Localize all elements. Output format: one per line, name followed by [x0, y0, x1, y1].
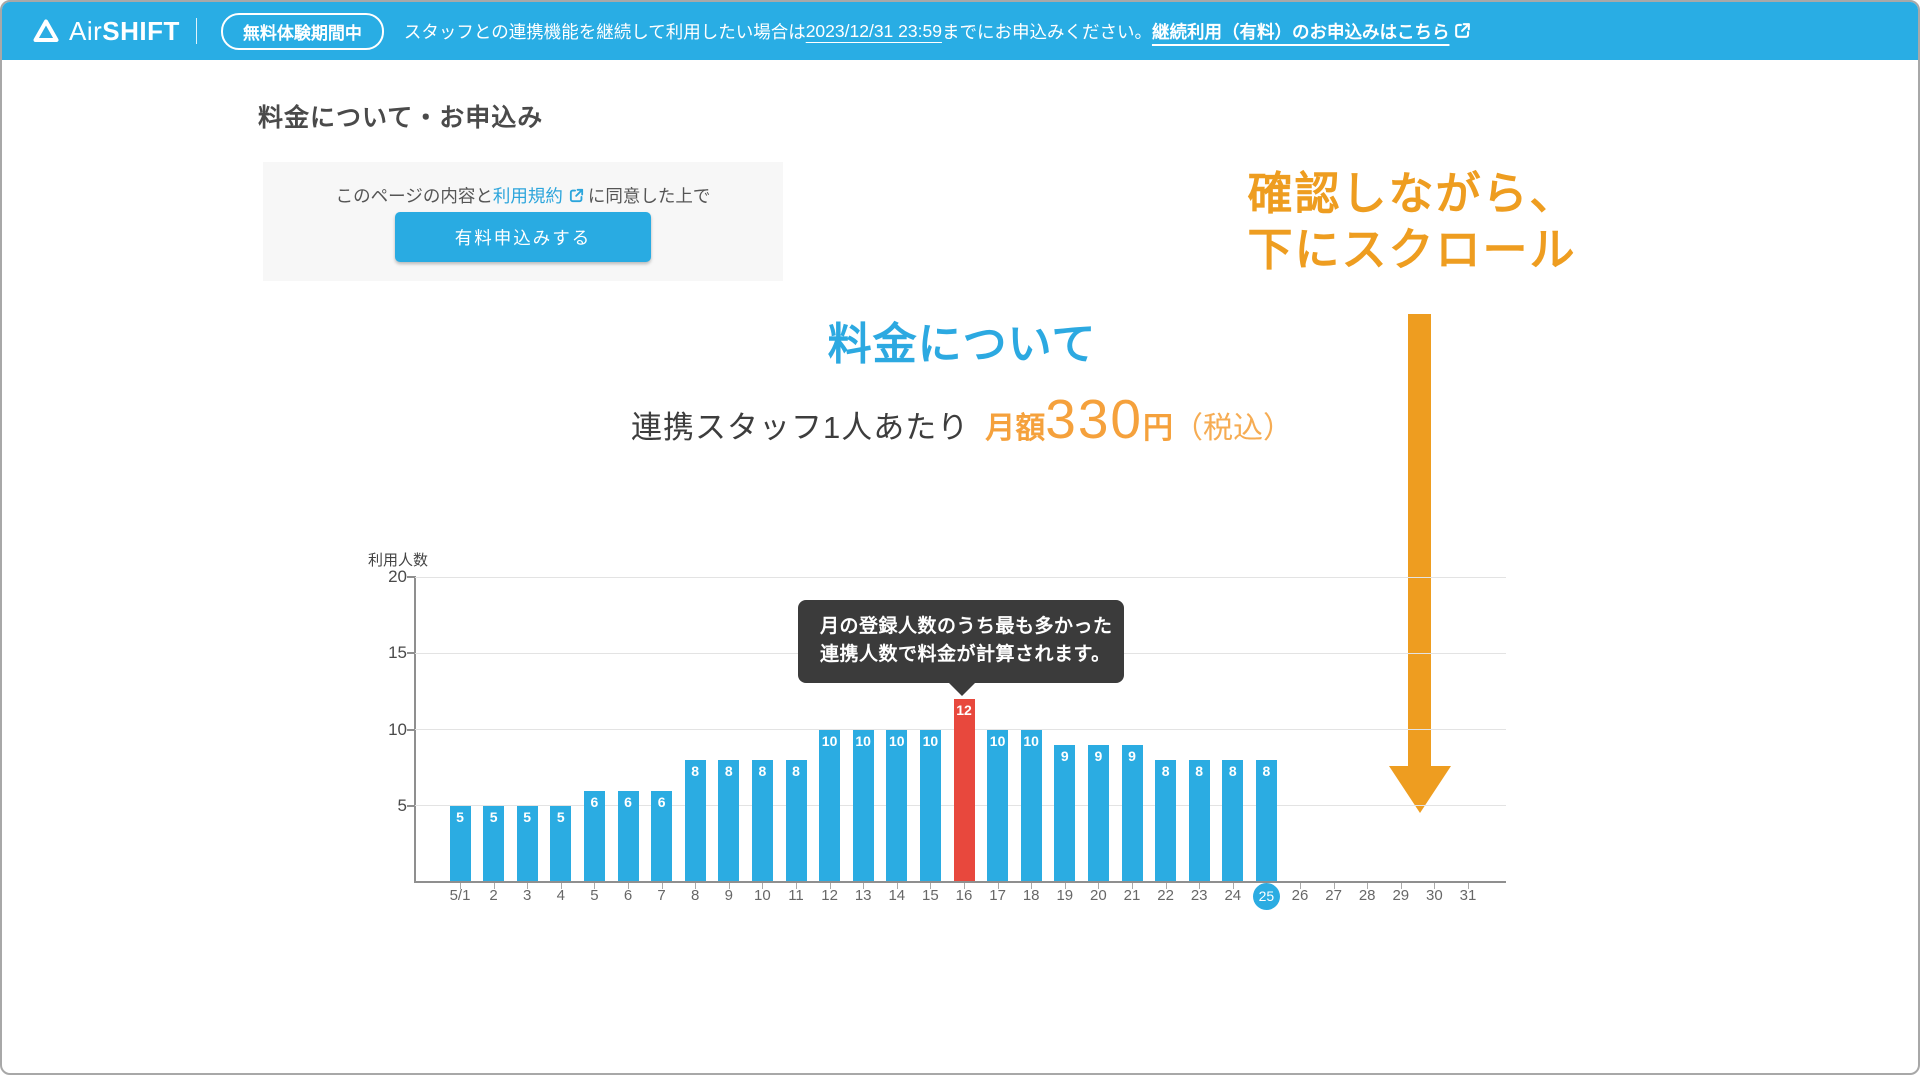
bar-day-5/1[interactable]: 5 — [450, 806, 471, 881]
bar-day-11[interactable]: 8 — [786, 760, 807, 881]
deadline-text: 2023/12/31 23:59 — [806, 21, 942, 42]
bar-value-label: 5 — [550, 806, 571, 825]
bar-day-9[interactable]: 8 — [718, 760, 739, 881]
airshift-pricing-page: AirSHIFT 無料体験期間中 スタッフとの連携機能を継続して利用したい場合は… — [0, 0, 1920, 1075]
bar-value-label: 8 — [786, 760, 807, 779]
bar-value-label: 6 — [618, 791, 639, 810]
bar-value-label: 9 — [1054, 745, 1075, 764]
y-axis-tick-20 — [407, 576, 415, 578]
y-axis-tick-10 — [407, 729, 415, 731]
scroll-hint-line1: 確認しながら、 — [1162, 166, 1662, 222]
bar-day-24[interactable]: 8 — [1222, 760, 1243, 881]
x-label-selected-day: 25 — [1253, 883, 1280, 910]
page-title: 料金について・お申込み — [258, 98, 543, 134]
airshift-logo: AirSHIFT — [32, 16, 180, 47]
scroll-down-arrow — [1408, 314, 1431, 768]
bar-value-label: 10 — [1021, 730, 1042, 749]
bar-day-21[interactable]: 9 — [1122, 745, 1143, 881]
price-value: 330 — [1045, 388, 1143, 450]
bar-value-label: 8 — [1155, 760, 1176, 779]
external-link-icon — [568, 187, 585, 204]
bar-value-label: 10 — [920, 730, 941, 749]
paid-signup-link[interactable]: 継続利用（有料）のお申込みはこちら — [1152, 19, 1473, 44]
bar-value-label: 10 — [853, 730, 874, 749]
x-label-day: 24 — [1213, 887, 1253, 904]
banner-message: スタッフとの連携機能を継続して利用したい場合は2023/12/31 23:59ま… — [404, 19, 1473, 44]
x-label-day: 31 — [1448, 887, 1488, 904]
y-tick-label-20: 20 — [347, 567, 407, 587]
bar-day-20[interactable]: 9 — [1088, 745, 1109, 881]
bar-day-13[interactable]: 10 — [853, 730, 874, 882]
bar-day-5[interactable]: 6 — [584, 791, 605, 882]
price-unit-text: 連携スタッフ1人あたり — [631, 410, 969, 445]
header-divider — [196, 18, 197, 44]
bar-day-15[interactable]: 10 — [920, 730, 941, 882]
bar-value-label: 8 — [718, 760, 739, 779]
external-link-icon — [1453, 21, 1472, 40]
y-axis-tick-15 — [407, 652, 415, 654]
bar-value-label: 9 — [1088, 745, 1109, 764]
price-currency: 円 — [1143, 412, 1173, 445]
bar-value-label: 6 — [651, 791, 672, 810]
bar-day-2[interactable]: 5 — [483, 806, 504, 881]
bar-day-4[interactable]: 5 — [550, 806, 571, 881]
brand-shift: SHIFT — [102, 16, 180, 46]
y-tick-label-5: 5 — [347, 796, 407, 816]
bar-value-label: 9 — [1122, 745, 1143, 764]
y-tick-label-15: 15 — [347, 643, 407, 663]
bar-value-label: 8 — [1189, 760, 1210, 779]
bar-value-label: 5 — [517, 806, 538, 825]
bar-day-23[interactable]: 8 — [1189, 760, 1210, 881]
terms-of-service-link[interactable]: 利用規約 — [493, 186, 588, 206]
bar-day-25[interactable]: 8 — [1256, 760, 1277, 881]
bar-value-label: 12 — [954, 699, 975, 718]
banner-message-prefix: スタッフとの連携機能を継続して利用したい場合は — [404, 19, 806, 44]
scroll-hint-line2: 下にスクロール — [1162, 222, 1662, 278]
bar-value-label: 8 — [1256, 760, 1277, 779]
chart-tooltip-line1: 月の登録人数のうち最も多かった — [820, 613, 1124, 641]
bar-day-14[interactable]: 10 — [886, 730, 907, 882]
chart-tooltip-line2: 連携人数で料金が計算されます。 — [820, 641, 1124, 669]
agreement-box: このページの内容と利用規約に同意した上で 有料申込みする — [263, 162, 783, 281]
agreement-text: このページの内容と利用規約に同意した上で — [263, 183, 783, 208]
top-banner: AirSHIFT 無料体験期間中 スタッフとの連携機能を継続して利用したい場合は… — [2, 2, 1918, 60]
bar-value-label: 6 — [584, 791, 605, 810]
price-prefix: 月額 — [985, 412, 1045, 445]
chart-tooltip: 月の登録人数のうち最も多かった 連携人数で料金が計算されます。 — [798, 600, 1124, 683]
tooltip-pointer — [948, 682, 976, 696]
chart-x-axis-line — [414, 881, 1506, 883]
paid-apply-button[interactable]: 有料申込みする — [395, 212, 651, 262]
bar-value-label: 5 — [450, 806, 471, 825]
scroll-hint-text: 確認しながら、 下にスクロール — [1162, 166, 1662, 278]
bar-value-label: 8 — [685, 760, 706, 779]
bar-day-3[interactable]: 5 — [517, 806, 538, 881]
trial-status-badge: 無料体験期間中 — [221, 13, 384, 50]
airshift-logo-icon — [32, 18, 60, 44]
y-axis-tick-5 — [407, 805, 415, 807]
tax-note: （税込） — [1173, 412, 1293, 445]
bar-value-label: 10 — [886, 730, 907, 749]
bar-day-12[interactable]: 10 — [819, 730, 840, 882]
bar-highlight-day-16[interactable]: 12 — [954, 699, 975, 881]
bar-day-17[interactable]: 10 — [987, 730, 1008, 882]
price-line: 連携スタッフ1人あたり月額330円（税込） — [462, 392, 1462, 447]
bar-day-6[interactable]: 6 — [618, 791, 639, 882]
bar-value-label: 10 — [819, 730, 840, 749]
bar-value-label: 10 — [987, 730, 1008, 749]
bar-value-label: 8 — [752, 760, 773, 779]
banner-message-suffix: までにお申込みください。 — [942, 19, 1152, 44]
pricing-section-title: 料金について — [662, 308, 1262, 372]
bar-day-8[interactable]: 8 — [685, 760, 706, 881]
gridline-20 — [415, 577, 1506, 578]
bar-value-label: 5 — [483, 806, 504, 825]
bar-value-label: 8 — [1222, 760, 1243, 779]
bar-day-22[interactable]: 8 — [1155, 760, 1176, 881]
y-tick-label-10: 10 — [347, 720, 407, 740]
bar-day-18[interactable]: 10 — [1021, 730, 1042, 882]
bar-day-7[interactable]: 6 — [651, 791, 672, 882]
bar-day-19[interactable]: 9 — [1054, 745, 1075, 881]
bar-day-10[interactable]: 8 — [752, 760, 773, 881]
brand-air: Air — [69, 16, 102, 46]
